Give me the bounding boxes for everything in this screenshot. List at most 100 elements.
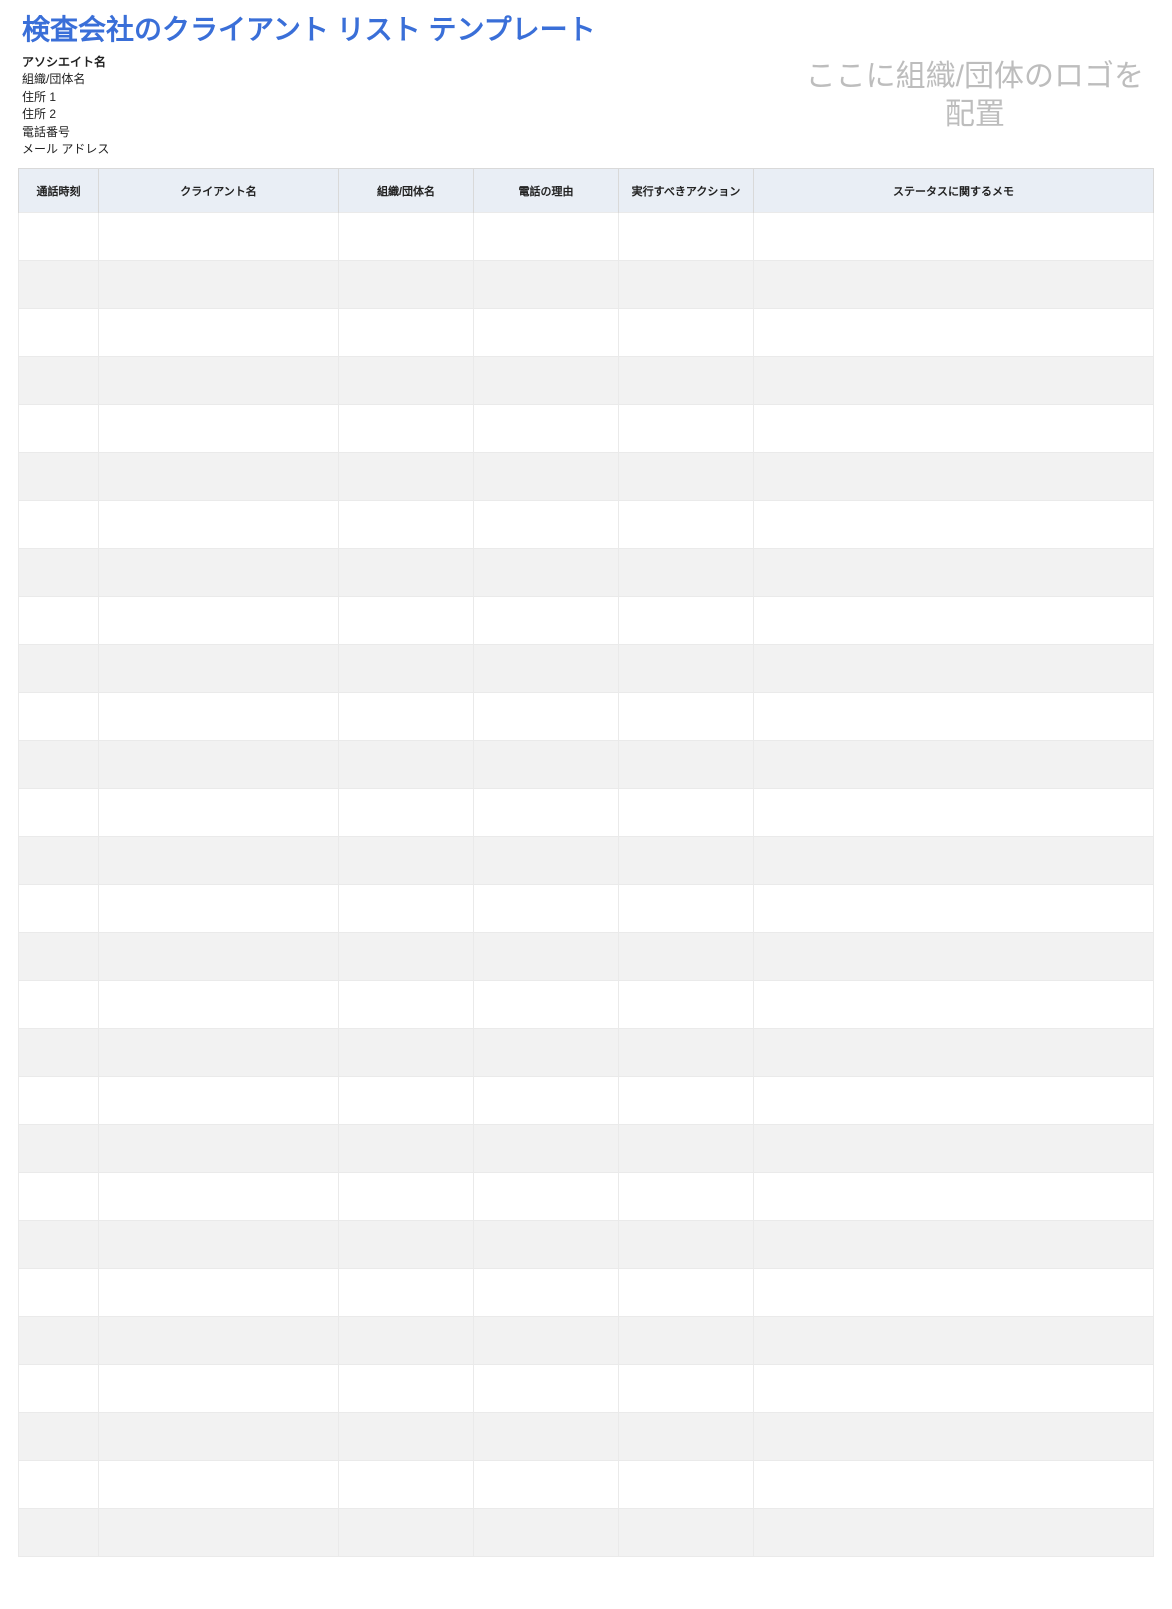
table-cell[interactable]	[99, 1221, 339, 1269]
table-cell[interactable]	[474, 549, 619, 597]
table-cell[interactable]	[99, 597, 339, 645]
table-cell[interactable]	[339, 1317, 474, 1365]
table-cell[interactable]	[19, 837, 99, 885]
table-cell[interactable]	[339, 309, 474, 357]
table-cell[interactable]	[474, 309, 619, 357]
table-cell[interactable]	[754, 213, 1154, 261]
table-cell[interactable]	[754, 1269, 1154, 1317]
table-cell[interactable]	[754, 789, 1154, 837]
table-cell[interactable]	[339, 453, 474, 501]
table-cell[interactable]	[339, 1461, 474, 1509]
table-cell[interactable]	[339, 933, 474, 981]
table-cell[interactable]	[474, 1509, 619, 1557]
table-cell[interactable]	[754, 357, 1154, 405]
table-cell[interactable]	[339, 1173, 474, 1221]
table-cell[interactable]	[99, 741, 339, 789]
table-cell[interactable]	[619, 549, 754, 597]
table-cell[interactable]	[474, 1221, 619, 1269]
table-cell[interactable]	[99, 1509, 339, 1557]
table-cell[interactable]	[474, 453, 619, 501]
table-cell[interactable]	[19, 405, 99, 453]
table-cell[interactable]	[19, 1461, 99, 1509]
table-cell[interactable]	[619, 645, 754, 693]
table-cell[interactable]	[99, 1413, 339, 1461]
table-cell[interactable]	[619, 1269, 754, 1317]
table-cell[interactable]	[474, 1077, 619, 1125]
table-cell[interactable]	[339, 1125, 474, 1173]
table-cell[interactable]	[99, 453, 339, 501]
table-cell[interactable]	[619, 1077, 754, 1125]
table-cell[interactable]	[754, 1221, 1154, 1269]
table-cell[interactable]	[339, 405, 474, 453]
table-cell[interactable]	[619, 597, 754, 645]
table-cell[interactable]	[99, 213, 339, 261]
table-cell[interactable]	[754, 645, 1154, 693]
table-cell[interactable]	[754, 1029, 1154, 1077]
table-cell[interactable]	[19, 501, 99, 549]
table-cell[interactable]	[619, 1413, 754, 1461]
table-cell[interactable]	[339, 1365, 474, 1413]
table-cell[interactable]	[619, 453, 754, 501]
table-cell[interactable]	[619, 1125, 754, 1173]
table-cell[interactable]	[19, 645, 99, 693]
table-cell[interactable]	[754, 1125, 1154, 1173]
table-cell[interactable]	[19, 1173, 99, 1221]
table-cell[interactable]	[99, 885, 339, 933]
table-cell[interactable]	[474, 405, 619, 453]
table-cell[interactable]	[474, 1125, 619, 1173]
table-cell[interactable]	[754, 405, 1154, 453]
table-cell[interactable]	[474, 981, 619, 1029]
table-cell[interactable]	[619, 357, 754, 405]
table-cell[interactable]	[474, 885, 619, 933]
table-cell[interactable]	[19, 1029, 99, 1077]
table-cell[interactable]	[19, 213, 99, 261]
table-cell[interactable]	[339, 357, 474, 405]
table-cell[interactable]	[339, 1077, 474, 1125]
table-cell[interactable]	[754, 549, 1154, 597]
table-cell[interactable]	[339, 837, 474, 885]
table-cell[interactable]	[99, 309, 339, 357]
table-cell[interactable]	[754, 1461, 1154, 1509]
table-cell[interactable]	[99, 1269, 339, 1317]
table-cell[interactable]	[19, 1317, 99, 1365]
table-cell[interactable]	[754, 885, 1154, 933]
table-cell[interactable]	[99, 1077, 339, 1125]
table-cell[interactable]	[99, 1461, 339, 1509]
table-cell[interactable]	[19, 741, 99, 789]
table-cell[interactable]	[754, 501, 1154, 549]
table-cell[interactable]	[754, 1413, 1154, 1461]
table-cell[interactable]	[339, 1221, 474, 1269]
table-cell[interactable]	[754, 693, 1154, 741]
table-cell[interactable]	[619, 933, 754, 981]
table-cell[interactable]	[754, 597, 1154, 645]
table-cell[interactable]	[19, 1125, 99, 1173]
table-cell[interactable]	[99, 837, 339, 885]
table-cell[interactable]	[474, 1173, 619, 1221]
table-cell[interactable]	[99, 405, 339, 453]
table-cell[interactable]	[754, 261, 1154, 309]
table-cell[interactable]	[19, 453, 99, 501]
table-cell[interactable]	[754, 933, 1154, 981]
table-cell[interactable]	[19, 885, 99, 933]
table-cell[interactable]	[474, 213, 619, 261]
table-cell[interactable]	[754, 453, 1154, 501]
table-cell[interactable]	[619, 885, 754, 933]
table-cell[interactable]	[474, 789, 619, 837]
table-cell[interactable]	[19, 1077, 99, 1125]
table-cell[interactable]	[339, 1029, 474, 1077]
table-cell[interactable]	[474, 1269, 619, 1317]
table-cell[interactable]	[339, 645, 474, 693]
table-cell[interactable]	[99, 693, 339, 741]
table-cell[interactable]	[99, 933, 339, 981]
table-cell[interactable]	[474, 837, 619, 885]
table-cell[interactable]	[19, 1221, 99, 1269]
table-cell[interactable]	[99, 981, 339, 1029]
table-cell[interactable]	[339, 1509, 474, 1557]
table-cell[interactable]	[99, 501, 339, 549]
table-cell[interactable]	[19, 597, 99, 645]
table-cell[interactable]	[619, 1029, 754, 1077]
table-cell[interactable]	[474, 357, 619, 405]
table-cell[interactable]	[474, 645, 619, 693]
table-cell[interactable]	[474, 597, 619, 645]
table-cell[interactable]	[474, 693, 619, 741]
